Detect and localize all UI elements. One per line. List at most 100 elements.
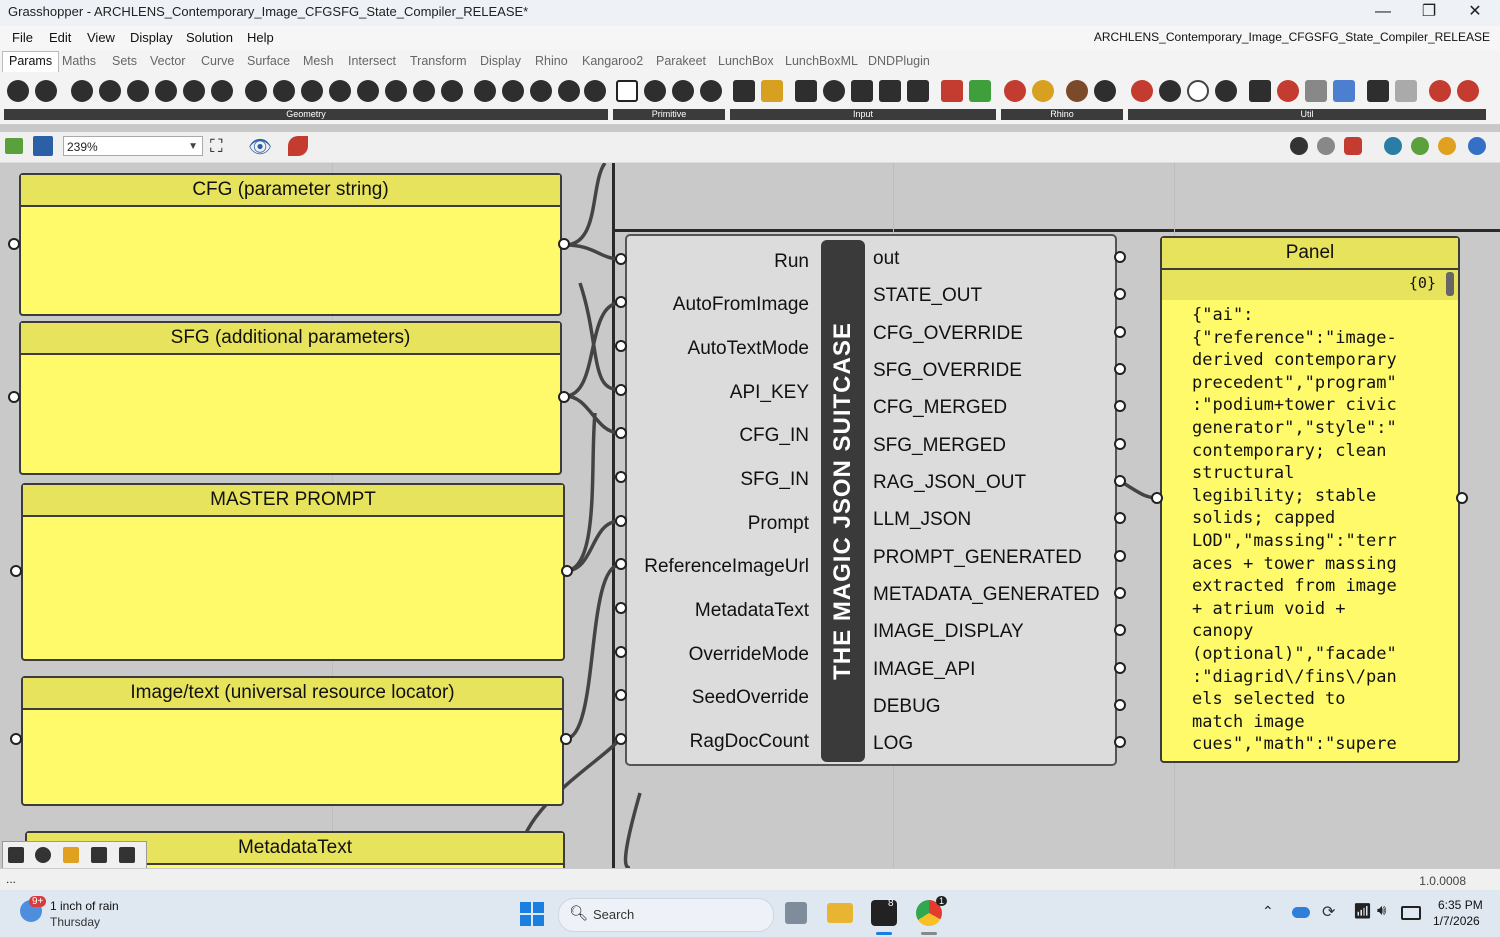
- field-param-icon[interactable]: [413, 80, 435, 102]
- zoom-select[interactable]: 239% ▼: [63, 136, 203, 156]
- button-icon[interactable]: [823, 80, 845, 102]
- input-param[interactable]: ReferenceImageUrl: [644, 556, 809, 578]
- graph-mapper-icon[interactable]: [761, 80, 783, 102]
- input-grip[interactable]: [615, 558, 627, 570]
- input-grip[interactable]: [615, 646, 627, 658]
- menu-file[interactable]: File: [12, 30, 33, 45]
- save-file-icon[interactable]: [33, 136, 53, 156]
- input-param[interactable]: API_KEY: [730, 382, 809, 404]
- download-icon[interactable]: [8, 847, 24, 863]
- arc-param-icon[interactable]: [99, 80, 121, 102]
- menu-solution[interactable]: Solution: [186, 30, 233, 45]
- output-param[interactable]: CFG_OVERRIDE: [873, 323, 1023, 345]
- output-grip[interactable]: [1114, 550, 1126, 562]
- preview-color-icon[interactable]: [1438, 137, 1456, 155]
- wifi-icon[interactable]: 📶︎: [1353, 902, 1372, 920]
- panel-cfg[interactable]: CFG (parameter string): [19, 173, 562, 316]
- input-param[interactable]: SFG_IN: [740, 469, 809, 491]
- open-file-icon[interactable]: [5, 138, 23, 154]
- panel-input-icon[interactable]: [907, 80, 929, 102]
- boolean-param-icon[interactable]: [616, 80, 638, 102]
- close-button[interactable]: ✕: [1452, 0, 1498, 26]
- toggle-icon[interactable]: [795, 80, 817, 102]
- input-grip[interactable]: [615, 689, 627, 701]
- cluster-icon[interactable]: [1159, 80, 1181, 102]
- tab-maths[interactable]: Maths: [62, 54, 96, 68]
- menu-edit[interactable]: Edit: [49, 30, 71, 45]
- output-param[interactable]: IMAGE_DISPLAY: [873, 621, 1024, 643]
- menu-view[interactable]: View: [87, 30, 115, 45]
- output-grip[interactable]: [1114, 288, 1126, 300]
- clock-date[interactable]: 1/7/2026: [1433, 914, 1480, 928]
- output-param[interactable]: LLM_JSON: [873, 509, 971, 531]
- rhino-object-icon[interactable]: [1004, 80, 1026, 102]
- sync-icon[interactable]: ⟳: [1322, 902, 1335, 922]
- tab-display[interactable]: Display: [480, 54, 521, 68]
- output-grip[interactable]: [1114, 587, 1126, 599]
- rhino-pipeline-icon[interactable]: [1066, 80, 1088, 102]
- tab-sets[interactable]: Sets: [112, 54, 137, 68]
- input-param[interactable]: RagDocCount: [690, 731, 809, 753]
- task-view-icon[interactable]: [785, 902, 807, 924]
- sparkle-icon[interactable]: [63, 847, 79, 863]
- clock-time[interactable]: 6:35 PM: [1438, 898, 1483, 912]
- gear-icon[interactable]: [35, 847, 51, 863]
- input-grip[interactable]: [615, 296, 627, 308]
- atom-param-icon[interactable]: [584, 80, 606, 102]
- output-grip[interactable]: [560, 733, 572, 745]
- output-grip[interactable]: [558, 238, 570, 250]
- brep-param-icon[interactable]: [273, 80, 295, 102]
- input-grip[interactable]: [10, 733, 22, 745]
- gradient-icon[interactable]: [941, 80, 963, 102]
- output-grip[interactable]: [1114, 251, 1126, 263]
- panel-scrollbar[interactable]: [1446, 272, 1454, 296]
- import-icon[interactable]: [733, 80, 755, 102]
- text-param-icon[interactable]: [700, 80, 722, 102]
- line-param-icon[interactable]: [155, 80, 177, 102]
- input-param[interactable]: SeedOverride: [692, 687, 809, 709]
- geometry-icon[interactable]: [7, 80, 29, 102]
- color-swatch-icon[interactable]: [969, 80, 991, 102]
- preview-wire-icon[interactable]: [1317, 137, 1335, 155]
- data-dam-icon[interactable]: [1249, 80, 1271, 102]
- tab-kangaroo2[interactable]: Kangaroo2: [582, 54, 643, 68]
- zoom-extents-icon[interactable]: ⛶: [210, 136, 223, 157]
- input-grip[interactable]: [615, 427, 627, 439]
- galapagos-icon[interactable]: [1429, 80, 1451, 102]
- input-grip[interactable]: [1151, 492, 1163, 504]
- tab-mesh[interactable]: Mesh: [303, 54, 334, 68]
- output-param[interactable]: IMAGE_API: [873, 659, 975, 681]
- subd-param-icon[interactable]: [385, 80, 407, 102]
- output-param[interactable]: LOG: [873, 733, 913, 755]
- grasshopper-canvas[interactable]: CFG (parameter string) SFG (additional p…: [0, 163, 1500, 868]
- integer-param-icon[interactable]: [644, 80, 666, 102]
- output-param[interactable]: SFG_MERGED: [873, 435, 1006, 457]
- arrow-right-icon[interactable]: [1367, 80, 1389, 102]
- panel-master-prompt[interactable]: MASTER PROMPT: [21, 483, 565, 661]
- output-param[interactable]: CFG_MERGED: [873, 397, 1007, 419]
- windows-start-icon[interactable]: [520, 902, 544, 926]
- input-grip[interactable]: [615, 515, 627, 527]
- mesh-quality-icon[interactable]: [1384, 137, 1402, 155]
- rhino-bake-icon[interactable]: [1094, 80, 1116, 102]
- vector-param-icon[interactable]: [441, 80, 463, 102]
- input-param[interactable]: CFG_IN: [739, 425, 809, 447]
- panel-image-url[interactable]: Image/text (universal resource locator): [21, 676, 564, 806]
- output-param[interactable]: out: [873, 248, 899, 270]
- input-param[interactable]: AutoFromImage: [673, 294, 809, 316]
- tab-curve[interactable]: Curve: [201, 54, 234, 68]
- chevron-up-icon[interactable]: ⌃: [1262, 903, 1274, 920]
- output-grip[interactable]: [1114, 736, 1126, 748]
- input-grip[interactable]: [615, 733, 627, 745]
- tab-intersect[interactable]: Intersect: [348, 54, 396, 68]
- circle-param-icon[interactable]: [71, 80, 93, 102]
- maximize-button[interactable]: ❐: [1406, 0, 1452, 26]
- input-grip[interactable]: [615, 471, 627, 483]
- box-param-icon[interactable]: [245, 80, 267, 102]
- output-grip[interactable]: [1114, 326, 1126, 338]
- weather-main[interactable]: 1 inch of rain: [50, 899, 119, 913]
- tab-lunchboxml[interactable]: LunchBoxML: [785, 54, 858, 68]
- output-grip[interactable]: [1114, 662, 1126, 674]
- magic-json-suitcase-component[interactable]: THE MAGIC JSON SUITCASE Run AutoFromImag…: [625, 234, 1117, 766]
- circle-util-icon[interactable]: [1187, 80, 1209, 102]
